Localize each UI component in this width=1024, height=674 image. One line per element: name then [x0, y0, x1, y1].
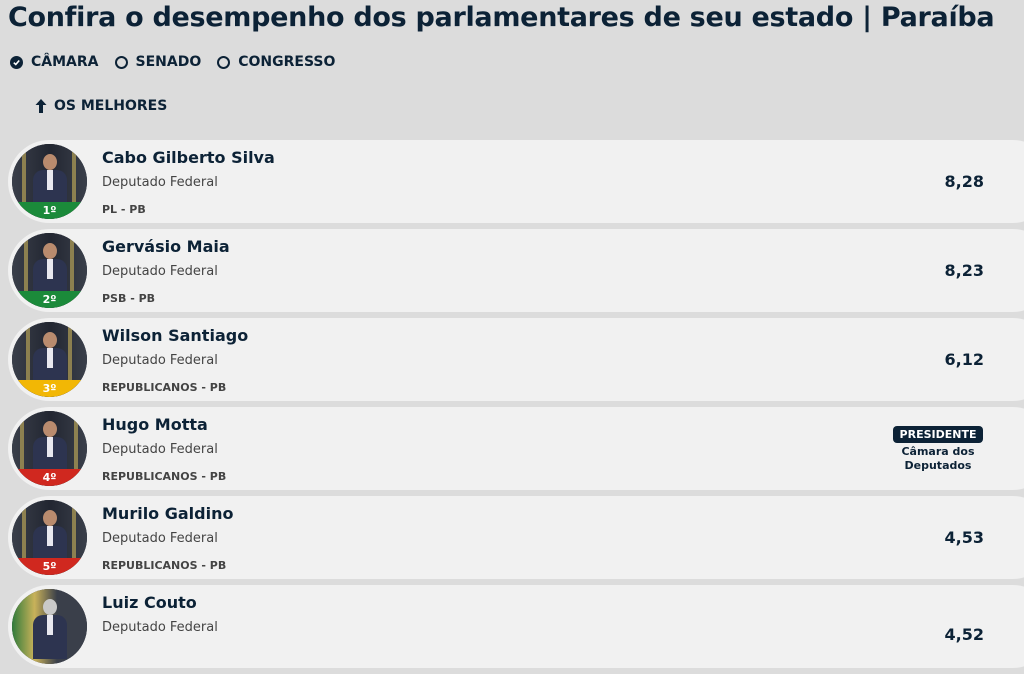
section-label: OS MELHORES: [54, 98, 168, 114]
avatar: [12, 589, 87, 664]
member-name: Hugo Motta: [102, 415, 208, 434]
badge-subtitle-line1: Câmara dos: [901, 445, 975, 458]
score: 4,53: [944, 528, 984, 547]
avatar: 1º: [12, 144, 87, 219]
radio-icon: [217, 55, 231, 69]
member-role: Deputado Federal: [102, 620, 218, 635]
list-item[interactable]: 5º Murilo Galdino Deputado Federal REPUB…: [8, 496, 1024, 579]
badge-label: PRESIDENTE: [892, 426, 984, 443]
rank-badge: 5º: [12, 558, 87, 575]
rank-badge: 2º: [12, 291, 87, 308]
member-name: Murilo Galdino: [102, 504, 234, 523]
member-role: Deputado Federal: [102, 264, 218, 279]
check-circle-icon: [10, 55, 23, 69]
tab-label: SENADO: [135, 54, 202, 70]
score: 8,23: [944, 261, 984, 280]
page-title: Confira o desempenho dos parlamentares d…: [8, 2, 995, 33]
member-name: Luiz Couto: [102, 593, 197, 612]
ranking-list: 1º Cabo Gilberto Silva Deputado Federal …: [8, 140, 1024, 674]
member-role: Deputado Federal: [102, 353, 218, 368]
arrow-up-icon: [35, 99, 47, 113]
list-item[interactable]: 2º Gervásio Maia Deputado Federal PSB - …: [8, 229, 1024, 312]
member-party: REPUBLICANOS - PB: [102, 381, 227, 394]
badge-subtitle-line2: Deputados: [904, 459, 972, 472]
president-badge: PRESIDENTE Câmara dos Deputados: [890, 423, 986, 473]
list-item[interactable]: 3º Wilson Santiago Deputado Federal REPU…: [8, 318, 1024, 401]
tab-congresso[interactable]: CONGRESSO: [217, 54, 335, 70]
member-party: PL - PB: [102, 203, 146, 216]
member-name: Wilson Santiago: [102, 326, 249, 345]
avatar: 2º: [12, 233, 87, 308]
member-name: Cabo Gilberto Silva: [102, 148, 275, 167]
member-role: Deputado Federal: [102, 442, 218, 457]
best-section-toggle[interactable]: OS MELHORES: [34, 98, 167, 114]
list-item[interactable]: 4º Hugo Motta Deputado Federal REPUBLICA…: [8, 407, 1024, 490]
tab-label: CÂMARA: [31, 54, 99, 70]
member-role: Deputado Federal: [102, 531, 218, 546]
avatar: 3º: [12, 322, 87, 397]
rank-badge: 1º: [12, 202, 87, 219]
member-party: PSB - PB: [102, 292, 156, 305]
member-role: Deputado Federal: [102, 175, 218, 190]
member-party: REPUBLICANOS - PB: [102, 559, 227, 572]
tab-camara[interactable]: CÂMARA: [10, 54, 99, 70]
radio-icon: [114, 55, 128, 69]
score: 8,28: [944, 172, 984, 191]
member-name: Gervásio Maia: [102, 237, 230, 256]
score: 4,52: [944, 625, 984, 644]
rank-badge: 3º: [12, 380, 87, 397]
list-item[interactable]: Luiz Couto Deputado Federal 4,52: [8, 585, 1024, 668]
avatar: 4º: [12, 411, 87, 486]
score: 6,12: [944, 350, 984, 369]
tab-label: CONGRESSO: [238, 54, 336, 70]
avatar: 5º: [12, 500, 87, 575]
house-selector: CÂMARA SENADO CONGRESSO: [10, 54, 335, 70]
tab-senado[interactable]: SENADO: [114, 54, 202, 70]
list-item[interactable]: 1º Cabo Gilberto Silva Deputado Federal …: [8, 140, 1024, 223]
member-party: REPUBLICANOS - PB: [102, 470, 227, 483]
rank-badge: 4º: [12, 469, 87, 486]
